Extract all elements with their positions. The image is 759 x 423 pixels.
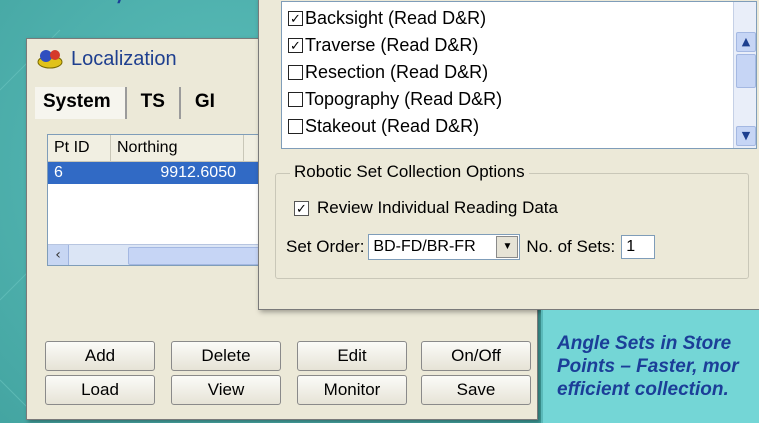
view-button[interactable]: View — [171, 375, 281, 405]
delete-button[interactable]: Delete — [171, 341, 281, 371]
scroll-up-icon[interactable]: ▲ — [736, 32, 756, 52]
observation-type-list[interactable]: ✓ Backsight (Read D&R) ✓ Traverse (Read … — [281, 1, 757, 149]
num-sets-label: No. of Sets: — [526, 237, 616, 256]
cell-pt-id: 6 — [54, 164, 63, 181]
stakeout-label: Stakeout (Read D&R) — [305, 116, 480, 136]
tab-system[interactable]: System — [35, 87, 127, 119]
set-order-label: Set Order: — [286, 237, 365, 256]
chevron-down-icon[interactable]: ▼ — [496, 236, 519, 258]
add-button[interactable]: Add — [45, 341, 155, 371]
column-header-pt-id[interactable]: Pt ID — [48, 135, 111, 161]
localization-tabs: System TS GI — [35, 87, 229, 119]
checkbox-topography[interactable] — [288, 92, 303, 107]
monitor-button[interactable]: Monitor — [297, 375, 407, 405]
topography-label: Topography (Read D&R) — [305, 89, 503, 109]
edit-button[interactable]: Edit — [297, 341, 407, 371]
robotic-options-group: Robotic Set Collection Options ✓ Review … — [275, 162, 749, 279]
scroll-left-icon[interactable]: ‹ — [48, 245, 69, 265]
set-order-select[interactable]: BD-FD/BR-FR ▼ — [368, 234, 521, 260]
tab-gps[interactable]: GI — [181, 87, 229, 119]
list-item[interactable]: ✓ Backsight (Read D&R) — [288, 8, 486, 29]
localization-title: Localization — [71, 47, 177, 70]
scroll-down-icon[interactable]: ▼ — [736, 126, 756, 146]
review-readings-option[interactable]: ✓ Review Individual Reading Data — [294, 198, 558, 218]
set-order-value: BD-FD/BR-FR — [373, 238, 476, 255]
load-button[interactable]: Load — [45, 375, 155, 405]
list-item[interactable]: Topography (Read D&R) — [288, 89, 502, 110]
checkbox-traverse[interactable]: ✓ — [288, 38, 303, 53]
cell-northing: 9912.6050 — [160, 164, 236, 181]
save-button[interactable]: Save — [421, 375, 531, 405]
checkbox-resection[interactable] — [288, 65, 303, 80]
robotic-options-label: Robotic Set Collection Options — [290, 162, 529, 182]
satellite-icon — [37, 50, 63, 69]
column-header-northing[interactable]: Northing — [111, 135, 244, 161]
resection-label: Resection (Read D&R) — [305, 62, 489, 82]
num-sets-input[interactable]: 1 — [621, 235, 656, 259]
promo-caption: Angle Sets in Store Points – Faster, mor… — [557, 333, 739, 400]
tab-ts[interactable]: TS — [127, 87, 181, 119]
set-order-row: Set Order: BD-FD/BR-FR ▼ No. of Sets: 1 — [286, 234, 656, 260]
traverse-label: Traverse (Read D&R) — [305, 35, 479, 55]
review-readings-label: Review Individual Reading Data — [317, 198, 558, 217]
top-decoration-mark: / — [118, 0, 138, 8]
review-readings-checkbox[interactable]: ✓ — [294, 200, 309, 216]
backsight-label: Backsight (Read D&R) — [305, 8, 487, 28]
list-item[interactable]: Resection (Read D&R) — [288, 62, 488, 83]
vertical-scrollbar[interactable]: ▲ ▼ — [733, 2, 756, 148]
list-item[interactable]: Stakeout (Read D&R) — [288, 116, 479, 137]
checkbox-backsight[interactable]: ✓ — [288, 11, 303, 26]
list-item[interactable]: ✓ Traverse (Read D&R) — [288, 35, 478, 56]
on-off-button[interactable]: On/Off — [421, 341, 531, 371]
set-collection-panel: ✓ Backsight (Read D&R) ✓ Traverse (Read … — [258, 0, 759, 310]
promo-box: Angle Sets in Store Points – Faster, mor… — [541, 310, 759, 423]
checkbox-stakeout[interactable] — [288, 119, 303, 134]
scrollbar-thumb[interactable] — [736, 54, 756, 88]
